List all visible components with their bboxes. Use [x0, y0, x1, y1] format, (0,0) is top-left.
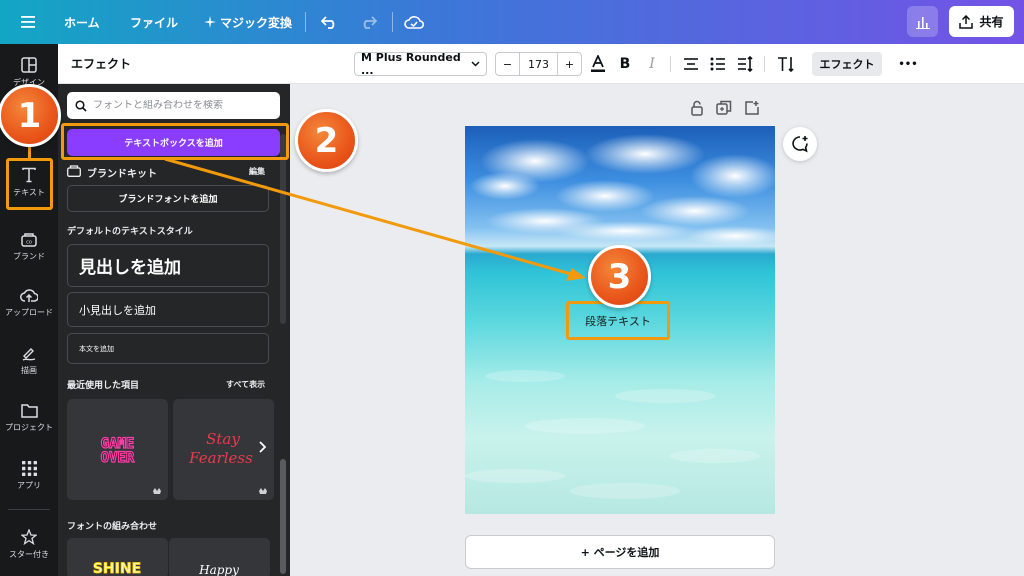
topbar-divider: [305, 12, 306, 32]
font-size-decrease-button[interactable]: −: [496, 53, 520, 75]
svg-text:OVER: OVER: [101, 450, 135, 466]
vertical-text-icon[interactable]: [774, 52, 798, 76]
rail-label-projects: プロジェクト: [5, 423, 53, 432]
add-page-button[interactable]: + ページを追加: [465, 535, 775, 569]
add-heading-button[interactable]: 見出しを追加: [67, 244, 269, 287]
redo-icon[interactable]: [354, 8, 382, 36]
rail-item-projects[interactable]: プロジェクト: [0, 392, 58, 444]
toolbar-divider: [670, 56, 671, 72]
brand-kit-icon: [67, 165, 81, 177]
star-icon: [21, 528, 37, 545]
rail-item-draw[interactable]: 描画: [0, 334, 58, 386]
topbar-divider: [392, 12, 393, 32]
more-options-button[interactable]: •••: [896, 52, 920, 76]
svg-text:co: co: [26, 239, 32, 245]
shine-art: SHINE: [92, 561, 141, 576]
step-2-badge: 2: [295, 109, 358, 172]
recent-title: 最近使用した項目: [67, 381, 140, 391]
font-search-box[interactable]: [67, 92, 280, 119]
rail-label-apps: アプリ: [17, 481, 41, 490]
undo-icon[interactable]: [316, 8, 344, 36]
home-menu[interactable]: ホーム: [64, 6, 100, 38]
page-tools: [690, 100, 760, 116]
cloud-upload-icon: [20, 287, 38, 303]
rail-divider: [8, 509, 50, 510]
panel-header: エフェクト: [58, 44, 290, 84]
font-size-stepper: − 173 +: [495, 52, 582, 76]
chevron-down-icon: [471, 61, 480, 67]
folder-icon: [20, 403, 38, 418]
magic-switch-menu[interactable]: マジック変換: [204, 6, 292, 38]
rail-label-brand: ブランド: [13, 251, 45, 261]
font-size-increase-button[interactable]: +: [557, 53, 581, 75]
happy-art: Happy: [198, 563, 239, 576]
step-1-badge: 1: [0, 84, 61, 147]
bold-button[interactable]: B: [613, 52, 637, 76]
align-center-icon[interactable]: [679, 52, 703, 76]
see-all-link[interactable]: すべて表示: [226, 379, 265, 390]
carousel-next-chevron-icon[interactable]: [257, 441, 267, 453]
brand-kit-edit-link[interactable]: 編集: [249, 166, 265, 177]
default-styles-title: デフォルトのテキストスタイル: [67, 227, 193, 237]
svg-text:SHINE: SHINE: [93, 561, 141, 576]
bullet-list-icon[interactable]: [706, 52, 730, 76]
rail-label-starred: スター付き: [9, 549, 49, 559]
share-button[interactable]: 共有: [949, 6, 1014, 37]
stats-button[interactable]: [907, 6, 938, 37]
line-spacing-icon[interactable]: [733, 52, 757, 76]
font-combos-title: フォントの組み合わせ: [67, 522, 158, 532]
toolbar-divider: [764, 56, 765, 72]
font-size-value[interactable]: 173: [520, 53, 557, 75]
search-icon: [75, 99, 87, 112]
text-toolbar: M Plus Rounded ... − 173 + B I エフェクト •••: [290, 44, 1024, 84]
magic-switch-label: マジック変換: [220, 15, 293, 30]
effect-button[interactable]: エフェクト: [812, 52, 882, 76]
rail-label-draw: 描画: [21, 365, 37, 375]
bar-chart-icon: [915, 15, 930, 29]
brand-kit-row: ブランドキット 編集: [67, 164, 278, 180]
svg-text:Stay: Stay: [206, 430, 240, 448]
rail-label-upload: アップロード: [5, 307, 53, 317]
font-family-select[interactable]: M Plus Rounded ...: [354, 51, 487, 77]
comment-add-icon: [791, 135, 809, 153]
combo-item-shine[interactable]: SHINE: [67, 538, 168, 576]
rail-item-upload[interactable]: アップロード: [0, 276, 58, 328]
font-family-value: M Plus Rounded ...: [361, 51, 461, 77]
apps-grid-icon: [21, 461, 37, 476]
add-brand-font-button[interactable]: ブランドフォントを追加: [67, 185, 269, 212]
step-3-badge: 3: [588, 245, 651, 308]
add-subheading-button[interactable]: 小見出しを追加: [67, 292, 269, 327]
highlight-text-rail: [6, 158, 53, 210]
top-bar: ホーム ファイル マジック変換 共有: [0, 0, 1024, 44]
sparkle-icon: [204, 16, 216, 28]
add-body-button[interactable]: 本文を追加: [67, 333, 269, 364]
rail-item-apps[interactable]: アプリ: [0, 450, 58, 502]
panel-scrollbar-thumb[interactable]: [280, 459, 286, 574]
add-comment-button[interactable]: [783, 127, 817, 161]
combo-item-happy[interactable]: Happy: [169, 538, 270, 576]
add-page-icon[interactable]: [744, 100, 760, 116]
draw-pen-icon: [21, 345, 37, 361]
lock-icon[interactable]: [690, 100, 704, 116]
share-upload-icon: [959, 14, 974, 29]
game-over-art: GAME OVER: [100, 435, 161, 494]
file-menu[interactable]: ファイル: [130, 6, 178, 38]
brand-kit-title: ブランドキット: [87, 169, 157, 180]
panel-scrollbar-track: [280, 134, 286, 324]
rail-item-starred[interactable]: スター付き: [0, 518, 58, 570]
svg-text:Happy: Happy: [198, 563, 239, 576]
svg-text:Fearless: Fearless: [188, 449, 253, 467]
duplicate-icon[interactable]: [716, 100, 732, 116]
cloud-check-icon[interactable]: [400, 8, 428, 36]
hamburger-icon[interactable]: [14, 8, 42, 36]
recent-item-game-over[interactable]: GAME OVER: [67, 399, 168, 500]
text-color-a-icon[interactable]: [586, 52, 610, 76]
brand-kit-icon: co: [21, 231, 37, 247]
share-label: 共有: [979, 15, 1004, 29]
highlight-add-textbox: [61, 123, 289, 160]
rail-item-brand[interactable]: co ブランド: [0, 220, 58, 272]
layout-icon: [21, 56, 37, 73]
italic-button[interactable]: I: [640, 52, 664, 76]
font-search-input[interactable]: [93, 100, 263, 111]
